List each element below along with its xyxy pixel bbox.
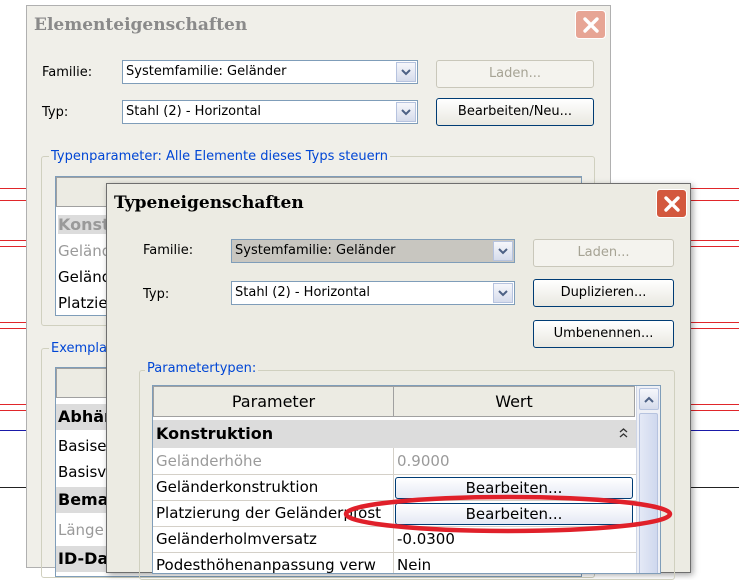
family-label: Familie: — [42, 65, 93, 80]
chevron-down-icon[interactable] — [396, 102, 416, 122]
chevron-down-icon[interactable] — [493, 283, 513, 303]
title-bar: Typeneigenschaften — [107, 184, 690, 218]
param-name-landing-height-adjust: Podesthöhenanpassung verw — [156, 556, 376, 574]
close-icon — [663, 195, 680, 212]
row-divider — [153, 474, 636, 475]
type-label: Typ: — [42, 105, 69, 120]
chevron-down-icon[interactable] — [493, 241, 513, 261]
parameter-table: Parameter Wert Konstruktion Geländerhöhe… — [152, 385, 661, 574]
load-button[interactable]: Laden... — [533, 239, 674, 267]
instance-parameters-title: Exemplar — [49, 341, 115, 356]
section-label: Konstruktion — [156, 424, 274, 443]
close-button[interactable] — [656, 189, 687, 218]
table-row: Geländ — [58, 268, 112, 286]
title-bar: Elementeigenschaften — [27, 6, 610, 40]
column-header-parameter[interactable]: Parameter — [153, 386, 394, 417]
load-button[interactable]: Laden... — [436, 60, 594, 88]
row-divider — [153, 552, 636, 553]
family-value: Systemfamilie: Geländer — [235, 243, 396, 258]
dialog-title: Typeneigenschaften — [114, 193, 304, 213]
type-select[interactable]: Stahl (2) - Horizontal — [231, 281, 515, 305]
type-select[interactable]: Stahl (2) - Horizontal — [122, 100, 418, 124]
collapse-icon[interactable] — [619, 427, 628, 439]
type-parameters-title: Typenparameter: Alle Elemente dieses Typ… — [49, 149, 390, 164]
table-row: Basisv — [58, 463, 107, 481]
scroll-up-icon — [644, 396, 654, 403]
param-name-railing-height: Geländerhöhe — [156, 452, 262, 470]
edit-new-button[interactable]: Bearbeiten/Neu... — [436, 98, 594, 126]
chevron-down-icon[interactable] — [396, 62, 416, 82]
duplicate-button[interactable]: Duplizieren... — [533, 279, 674, 307]
close-button[interactable] — [575, 10, 606, 39]
type-label: Typ: — [143, 287, 170, 302]
rename-button[interactable]: Umbenennen... — [533, 320, 674, 348]
window-title: Elementeigenschaften — [34, 15, 248, 35]
section-row-construction[interactable]: Konstruktion — [153, 420, 639, 448]
table-row: Länge — [58, 521, 104, 539]
family-label: Familie: — [143, 243, 194, 258]
column-header-value[interactable]: Wert — [393, 386, 635, 417]
type-value: Stahl (2) - Horizontal — [235, 285, 371, 300]
table-row: Platzie — [58, 294, 108, 312]
family-value: Systemfamilie: Geländer — [126, 64, 287, 79]
table-row: Basise — [58, 437, 107, 455]
param-value-railing-height: 0.9000 — [397, 452, 450, 470]
type-value: Stahl (2) - Horizontal — [126, 104, 262, 119]
highlight-ellipse-annotation — [343, 494, 673, 534]
parameter-types-title: Parametertypen: — [145, 361, 259, 376]
family-select[interactable]: Systemfamilie: Geländer — [231, 239, 515, 263]
param-value-landing-height-adjust[interactable]: Nein — [397, 556, 431, 573]
table-row: Geländ — [58, 242, 112, 260]
close-icon — [582, 16, 599, 33]
scroll-up-button[interactable] — [639, 388, 659, 410]
vertical-scrollbar[interactable] — [636, 386, 660, 573]
family-select[interactable]: Systemfamilie: Geländer — [122, 60, 418, 84]
